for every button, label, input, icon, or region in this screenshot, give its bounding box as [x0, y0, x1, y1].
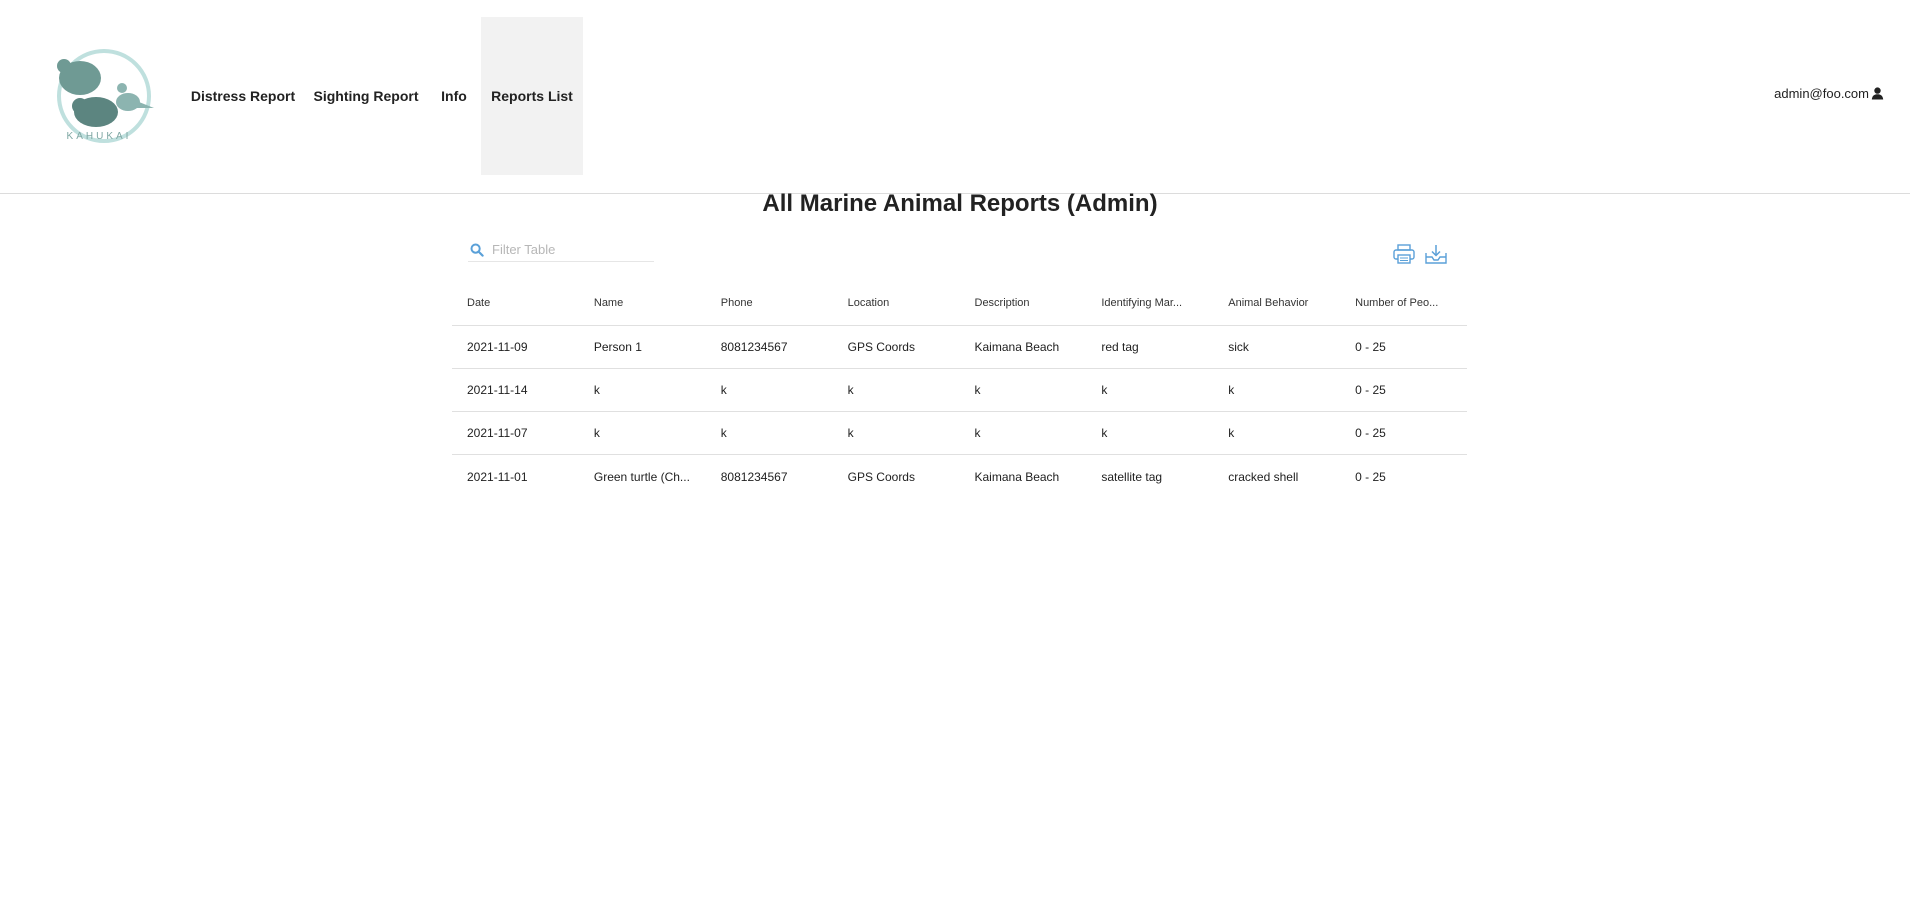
table-cell: k: [847, 383, 854, 397]
table-cell: k: [974, 383, 981, 397]
table-cell: k: [593, 426, 600, 440]
download-icon[interactable]: [1424, 243, 1448, 265]
table-cell: 2021-11-07: [467, 426, 528, 440]
printer-icon[interactable]: [1392, 243, 1416, 265]
user-menu[interactable]: admin@foo.com: [1774, 86, 1884, 101]
nav-sighting-report[interactable]: Sighting Report: [310, 17, 422, 175]
table-cell: red tag: [1101, 340, 1139, 354]
table-cell: Green turtle (Ch...: [593, 469, 690, 484]
table-row[interactable]: 2021-11-09 Person 1 8081234567 GPS Coord…: [452, 326, 1467, 369]
table-row[interactable]: 2021-11-01 Green turtle (Ch... 808123456…: [452, 455, 1467, 498]
table-cell: cracked shell: [1228, 469, 1299, 484]
table-cell: 0 - 25: [1355, 469, 1386, 484]
nav-reports-list[interactable]: Reports List: [481, 17, 583, 175]
filter-bar: [468, 238, 654, 262]
table-cell: k: [720, 426, 727, 440]
table-cell: k: [974, 426, 981, 440]
column-header-location[interactable]: Location: [833, 297, 960, 309]
user-email: admin@foo.com: [1774, 86, 1869, 101]
table-cell: 0 - 25: [1355, 426, 1386, 440]
table-cell: k: [1228, 383, 1235, 397]
table-cell: k: [1101, 426, 1108, 440]
table-cell: satellite tag: [1101, 469, 1163, 484]
column-header-date[interactable]: Date: [452, 297, 579, 309]
nav-info[interactable]: Info: [434, 17, 474, 175]
column-header-phone[interactable]: Phone: [706, 297, 833, 309]
table-cell: k: [720, 383, 727, 397]
column-header-number-of-people[interactable]: Number of Peo...: [1340, 297, 1467, 309]
table-cell: Kaimana Beach: [974, 469, 1060, 484]
column-header-name[interactable]: Name: [579, 297, 706, 309]
table-cell: 2021-11-01: [467, 469, 528, 484]
table-cell: k: [847, 426, 854, 440]
table-cell: GPS Coords: [847, 340, 915, 354]
table-cell: 2021-11-14: [467, 383, 528, 397]
table-row[interactable]: 2021-11-14 k k k k k k 0 - 25: [452, 369, 1467, 412]
search-icon: [470, 243, 484, 257]
table-cell: 2021-11-09: [467, 340, 528, 354]
logo-wordmark: KAHUKAI: [66, 131, 132, 142]
table-cell: 0 - 25: [1355, 383, 1386, 397]
filter-input[interactable]: [492, 242, 642, 257]
table-cell: 8081234567: [720, 469, 788, 484]
table-cell: k: [1228, 426, 1235, 440]
column-header-description[interactable]: Description: [960, 297, 1087, 309]
column-header-animal-behavior[interactable]: Animal Behavior: [1213, 297, 1340, 309]
reports-table: Date Name Phone Location Description Ide…: [452, 280, 1467, 498]
user-icon: [1871, 87, 1884, 100]
table-cell: k: [1101, 383, 1108, 397]
table-cell: 8081234567: [720, 340, 788, 354]
navbar: KAHUKAI Distress Report Sighting Report …: [0, 0, 1910, 194]
table-cell: 0 - 25: [1355, 340, 1386, 354]
table-cell: k: [593, 383, 600, 397]
table-header: Date Name Phone Location Description Ide…: [452, 280, 1467, 326]
table-row[interactable]: 2021-11-07 k k k k k k 0 - 25: [452, 412, 1467, 455]
nav-distress-report[interactable]: Distress Report: [186, 17, 300, 175]
page-title: All Marine Animal Reports (Admin): [762, 190, 1158, 217]
column-header-identifying-marks[interactable]: Identifying Mar...: [1086, 297, 1213, 309]
table-cell: Kaimana Beach: [974, 340, 1060, 354]
table-cell: Person 1: [593, 340, 642, 354]
table-cell: GPS Coords: [847, 469, 915, 484]
table-cell: sick: [1228, 340, 1249, 354]
